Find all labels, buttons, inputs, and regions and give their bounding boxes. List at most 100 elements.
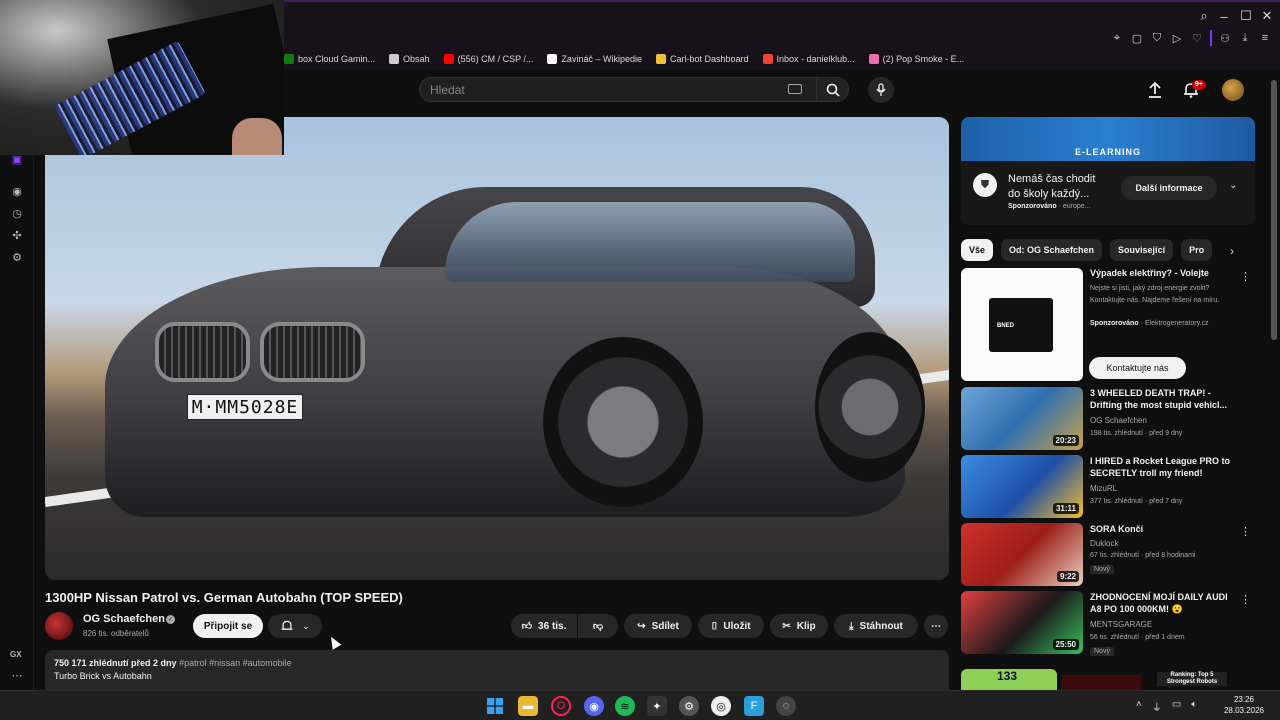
maximize-button[interactable]: ☐ <box>1237 8 1255 24</box>
download-button[interactable]: ⤓ Stáhnout <box>834 614 918 638</box>
save-label: Uložit <box>723 620 751 632</box>
scrollbar-thumb[interactable] <box>1271 80 1277 340</box>
chevron-up-icon[interactable]: ˄ <box>1136 699 1142 714</box>
obs-icon[interactable]: ◎ <box>711 696 731 716</box>
carlbot-icon <box>655 54 666 64</box>
chrome-icon[interactable]: ◌ <box>776 696 796 716</box>
description-text: Turbo Brick vs Autobahn <box>54 671 152 681</box>
more-vertical-icon[interactable]: ⋮ <box>1240 525 1251 538</box>
share-button[interactable]: ↪ Sdílet <box>624 614 692 638</box>
list-item-partial[interactable]: 133 Ranking: Top 5 Strongest Robots <box>961 669 1255 690</box>
spotify-icon[interactable]: ≋ <box>615 696 635 716</box>
youtube-icon <box>443 54 454 64</box>
video-thumbnail[interactable]: 133 <box>961 669 1057 690</box>
bookmark-item[interactable]: (2) Pop Smoke - E... <box>868 54 964 64</box>
player-sidebar-icon[interactable]: ◉ <box>10 184 24 198</box>
bookmark-item[interactable]: Zavináč – Wikipedie <box>547 54 642 64</box>
pin-icon[interactable]: ⌖ <box>1110 31 1124 45</box>
list-item[interactable]: 25:50 ZHODNOCENÍ MOJÍ DAILY AUDI A8 PO 1… <box>961 591 1255 656</box>
ad-sponsor-line: Sponzorováno · europe... <box>1008 203 1090 210</box>
system-clock[interactable]: 23:26 28.03.2026 <box>1218 694 1270 716</box>
app-icon[interactable]: ✦ <box>647 696 667 716</box>
rec-title: 3 WHEELED DEATH TRAP! - Drifting the mos… <box>1090 388 1228 410</box>
video-thumbnail[interactable]: 25:50 <box>961 591 1083 654</box>
heart-icon[interactable]: ♡ <box>1190 31 1204 45</box>
keyboard-icon[interactable] <box>788 84 802 94</box>
contact-us-button[interactable]: Kontaktujte nás <box>1089 357 1186 379</box>
bookmark-item[interactable]: (556) CM / CSP /... <box>443 54 533 64</box>
clip-button[interactable]: ✂ Klip <box>770 614 828 638</box>
hashtags[interactable]: #patrol #nissan #automobile <box>179 658 292 668</box>
app-f-icon[interactable]: F <box>744 696 764 716</box>
more-sidebar-icon[interactable]: ⋯ <box>10 668 24 682</box>
more-vertical-icon[interactable]: ⋮ <box>1240 593 1251 606</box>
video-thumbnail[interactable]: 20:23 <box>961 387 1083 450</box>
video-thumbnail[interactable]: 31:11 <box>961 455 1083 518</box>
network-icon[interactable]: ▭ <box>1172 699 1181 714</box>
extensions-icon[interactable]: ✣ <box>10 228 24 242</box>
usb-icon[interactable]: ⏚ <box>1152 699 1162 714</box>
discord-icon[interactable]: ◉ <box>584 696 604 716</box>
ad-card[interactable]: E-LEARNING ⛊ Nemáš čas chodit do školy k… <box>961 117 1255 225</box>
car-grille-right <box>260 322 365 382</box>
minimize-button[interactable]: – <box>1215 8 1233 24</box>
chip-for-you[interactable]: Pro <box>1181 239 1213 261</box>
user-avatar[interactable] <box>1222 79 1244 101</box>
video-player[interactable]: M·MM5028E <box>45 117 949 580</box>
history-icon[interactable]: ◷ <box>10 206 24 220</box>
channel-name[interactable]: OG Schaefchen <box>83 613 165 625</box>
bookmark-item[interactable]: box Cloud Gamin... <box>284 54 375 64</box>
video-thumbnail[interactable] <box>1061 675 1141 690</box>
bookmark-item[interactable]: Carl-bot Dashboard <box>655 54 749 64</box>
description-box[interactable]: 750 171 zhlédnutí před 2 dny #patrol #ni… <box>45 650 949 690</box>
player-icon[interactable]: ▷ <box>1170 31 1184 45</box>
download-icon[interactable]: ⤓ <box>1238 31 1252 45</box>
sponsored-thumbnail[interactable]: BNED <box>961 268 1083 381</box>
bookmark-label: Obsah <box>403 54 430 64</box>
search-input[interactable] <box>430 82 770 98</box>
join-button[interactable]: Připojit se <box>193 614 263 638</box>
close-button[interactable]: ✕ <box>1258 8 1276 24</box>
rec-channel[interactable]: Duklock <box>1090 539 1118 548</box>
opera-gx-icon[interactable]: O <box>551 696 571 716</box>
rec-channel[interactable]: MizuRL <box>1090 484 1117 493</box>
chevron-down-icon[interactable]: ⌄ <box>1229 180 1237 191</box>
chevron-right-icon[interactable]: › <box>1230 244 1234 258</box>
file-explorer-icon[interactable]: ▬ <box>518 696 538 716</box>
rec-channel[interactable]: MENTSGARAGE <box>1090 620 1152 629</box>
snapshot-icon[interactable]: ▢ <box>1130 31 1144 45</box>
dislike-button[interactable]: 👎︎ <box>578 614 618 638</box>
like-button[interactable]: 👍︎ 36 tis. <box>511 614 577 638</box>
more-actions-button[interactable]: ⋯ <box>924 614 948 638</box>
rec-channel[interactable]: OG Schaefchen <box>1090 416 1147 425</box>
video-thumbnail[interactable]: 9:22 <box>961 523 1083 586</box>
chip-from-channel[interactable]: Od: OG Schaefchen <box>1001 239 1103 261</box>
bookmark-item[interactable]: Obsah <box>389 54 430 64</box>
browser-search-icon[interactable]: ⌕ <box>1195 8 1213 24</box>
chip-all[interactable]: Vše <box>961 239 994 261</box>
voice-search-button[interactable] <box>868 77 894 103</box>
chip-related[interactable]: Související <box>1110 239 1174 261</box>
list-item[interactable]: 20:23 3 WHEELED DEATH TRAP! - Drifting t… <box>961 387 1255 450</box>
search-box[interactable] <box>419 77 817 102</box>
shield-icon[interactable]: ⛉ <box>1150 31 1164 45</box>
list-item[interactable]: 9:22 SORA Končí Duklock 67 tis. zhlédnut… <box>961 523 1255 586</box>
list-item[interactable]: 31:11 I HIRED a Rocket League PRO to SEC… <box>961 455 1255 518</box>
volume-icon[interactable]: 🔈︎ <box>1191 699 1197 714</box>
upload-icon[interactable] <box>1146 81 1164 99</box>
channel-avatar[interactable] <box>45 612 73 640</box>
search-button[interactable] <box>817 77 849 102</box>
ad-cta-button[interactable]: Další informace <box>1121 176 1217 200</box>
sponsored-item[interactable]: BNED Výpadek elektřiny? - Volejte Nejste… <box>961 268 1255 383</box>
steam-settings-icon[interactable]: ⚙ <box>679 696 699 716</box>
menu-icon[interactable]: ≡ <box>1258 31 1272 45</box>
bookmark-item[interactable]: Inbox - danielklub... <box>762 54 855 64</box>
channel-notification-button[interactable]: ⌄ <box>268 614 322 638</box>
more-vertical-icon[interactable]: ⋮ <box>1240 270 1251 283</box>
windows-start-icon[interactable] <box>485 696 505 716</box>
page-scrollbar[interactable] <box>1268 70 1280 690</box>
settings-icon[interactable]: ⚙ <box>10 250 24 264</box>
profile-icon[interactable]: ⚇ <box>1218 31 1232 45</box>
save-button[interactable]: ⌷ Uložit <box>698 614 764 638</box>
bookmark-icon: ⌷ <box>711 620 718 632</box>
